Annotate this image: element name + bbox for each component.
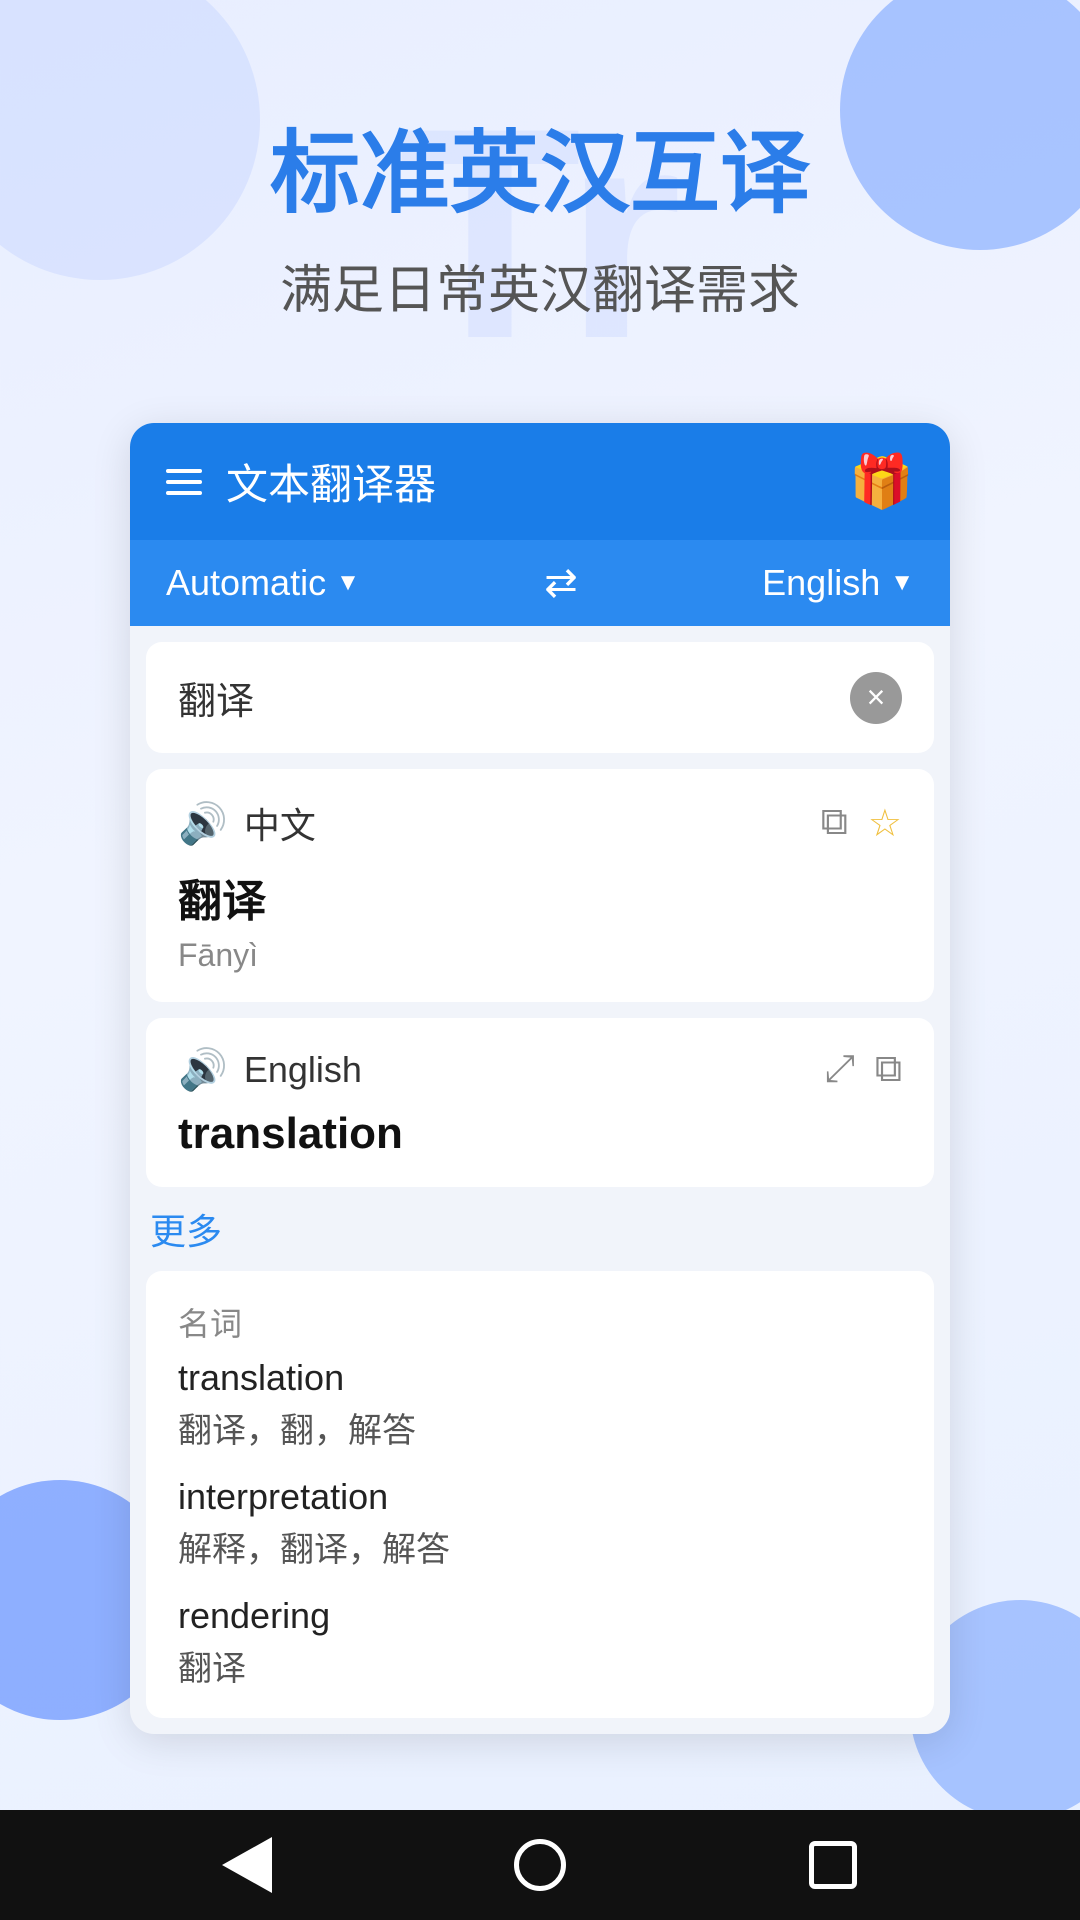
more-label: 更多 <box>146 1203 934 1255</box>
chinese-lang-section: 🔊 中文 <box>178 797 316 849</box>
word-en-1: translation <box>178 1357 902 1399</box>
english-speaker-icon[interactable]: 🔊 <box>178 1046 228 1093</box>
chinese-star-icon[interactable]: ☆ <box>868 801 902 846</box>
back-triangle-icon <box>222 1837 272 1893</box>
chinese-result-actions: ⧉ ☆ <box>821 801 902 846</box>
main-title: 标准英汉互译 <box>80 120 1000 228</box>
word-en-2: interpretation <box>178 1476 902 1518</box>
chinese-result-word: 翻译 <box>178 865 902 929</box>
app-card: 文本翻译器 🎁 Automatic ▼ ⇄ English ▼ 翻译 × 🔊 中… <box>130 423 950 1734</box>
chinese-result-pinyin: Fānyì <box>178 937 902 974</box>
chinese-lang-label: 中文 <box>244 797 316 849</box>
recent-button[interactable] <box>793 1825 873 1905</box>
chinese-speaker-icon[interactable]: 🔊 <box>178 800 228 847</box>
toolbar-title: 文本翻译器 <box>226 451 436 512</box>
english-result-header: 🔊 English ⤢ ⧉ <box>178 1046 902 1093</box>
english-lang-label: English <box>244 1049 362 1091</box>
hamburger-icon[interactable] <box>166 469 202 495</box>
english-result-card: 🔊 English ⤢ ⧉ translation <box>146 1018 934 1187</box>
chinese-result-header: 🔊 中文 ⧉ ☆ <box>178 797 902 849</box>
bottom-nav <box>0 1810 1080 1920</box>
english-open-icon[interactable]: ⤢ <box>824 1048 854 1091</box>
lang-bar: Automatic ▼ ⇄ English ▼ <box>130 540 950 626</box>
target-lang-arrow: ▼ <box>890 569 914 597</box>
english-result-actions: ⤢ ⧉ <box>824 1048 902 1091</box>
home-circle-icon <box>514 1839 566 1891</box>
recent-square-icon <box>809 1841 857 1889</box>
input-section: 翻译 × <box>146 642 934 753</box>
header-area: 标准英汉互译 满足日常英汉翻译需求 <box>0 0 1080 383</box>
list-item: interpretation 解释，翻译，解答 <box>178 1476 902 1571</box>
back-button[interactable] <box>207 1825 287 1905</box>
chinese-result-card: 🔊 中文 ⧉ ☆ 翻译 Fānyì <box>146 769 934 1002</box>
word-zh-1: 翻译，翻，解答 <box>178 1403 902 1452</box>
app-toolbar: 文本翻译器 🎁 <box>130 423 950 540</box>
noun-label: 名词 <box>178 1299 902 1345</box>
source-lang-label: Automatic <box>166 562 326 604</box>
more-section: 更多 名词 translation 翻译，翻，解答 interpretation… <box>130 1203 950 1734</box>
target-lang-button[interactable]: English ▼ <box>762 562 914 604</box>
home-button[interactable] <box>500 1825 580 1905</box>
chinese-copy-icon[interactable]: ⧉ <box>821 801 848 846</box>
word-en-3: rendering <box>178 1595 902 1637</box>
sub-title: 满足日常英汉翻译需求 <box>80 248 1000 323</box>
list-item: rendering 翻译 <box>178 1595 902 1690</box>
list-item: translation 翻译，翻，解答 <box>178 1357 902 1452</box>
input-text[interactable]: 翻译 <box>178 670 850 725</box>
source-lang-arrow: ▼ <box>336 569 360 597</box>
word-zh-2: 解释，翻译，解答 <box>178 1522 902 1571</box>
swap-langs-button[interactable]: ⇄ <box>544 560 578 606</box>
english-copy-icon[interactable]: ⧉ <box>875 1048 902 1091</box>
source-lang-button[interactable]: Automatic ▼ <box>166 562 360 604</box>
clear-button[interactable]: × <box>850 672 902 724</box>
more-card: 名词 translation 翻译，翻，解答 interpretation 解释… <box>146 1271 934 1718</box>
word-zh-3: 翻译 <box>178 1641 902 1690</box>
english-lang-section: 🔊 English <box>178 1046 362 1093</box>
english-result-word: translation <box>178 1109 902 1159</box>
toolbar-left: 文本翻译器 <box>166 451 436 512</box>
target-lang-label: English <box>762 562 880 604</box>
gift-icon[interactable]: 🎁 <box>849 451 914 512</box>
